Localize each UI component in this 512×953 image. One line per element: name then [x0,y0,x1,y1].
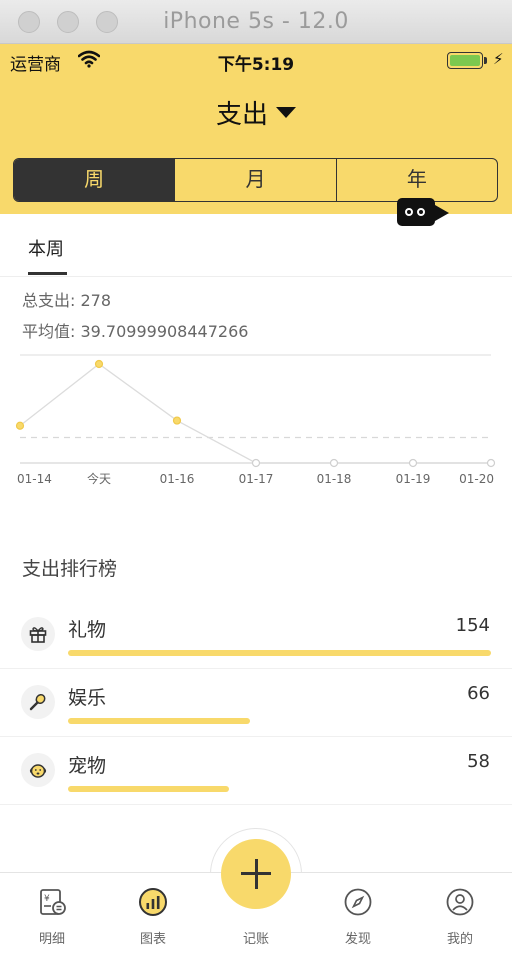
total-expense-label: 总支出: 278 [22,291,112,310]
window-title: iPhone 5s - 12.0 [163,9,349,34]
x-tick-label: 01-16 [160,472,195,486]
microphone-icon [21,685,55,719]
ranking-title: 支出排行榜 [22,558,118,580]
type-selector[interactable]: 支出 [0,94,512,131]
data-point [251,458,261,468]
x-tick-label: 01-20 [459,472,494,486]
ledger-icon: ¥ [40,889,66,915]
data-point [329,458,339,468]
ranking-item-value: 58 [467,751,490,772]
ranking-item-bar [68,650,491,656]
segment-year[interactable]: 年 [335,159,497,201]
dog-icon [21,753,55,787]
data-point [486,458,496,468]
expense-line-chart: 01-14 今天 01-16 01-17 01-18 01-19 01-20 [15,354,496,486]
dropdown-caret-icon [276,107,296,118]
nav-label: 图表 [139,932,166,947]
nav-label: 发现 [344,932,371,947]
ranking-item-bar [68,786,229,792]
ranking-item-name: 礼物 [68,619,107,641]
tab-this-week[interactable]: 本周 [28,235,64,261]
series-line [19,363,491,464]
add-record-button[interactable] [221,839,291,909]
nav-charts[interactable]: 图表 [113,873,193,953]
compass-icon [344,888,372,916]
nav-profile[interactable]: 我的 [420,873,500,953]
average-value-label: 平均值: 39.70999908447266 [22,322,249,341]
data-point [408,458,418,468]
ranking-item[interactable]: 宠物 58 [0,737,512,805]
nav-label: 明细 [38,932,65,947]
simulator-title-bar: iPhone 5s - 12.0 [0,0,512,44]
tab-underline [28,272,67,275]
ranking-item[interactable]: 礼物 154 [0,601,512,669]
nav-label: 我的 [446,932,473,947]
ranking-item[interactable]: 娱乐 66 [0,669,512,737]
segment-month[interactable]: 月 [174,159,335,201]
ranking-item-value: 154 [455,615,490,636]
ranking-item-name: 娱乐 [68,687,107,709]
battery-tip [484,57,487,64]
gift-icon [21,617,55,651]
x-tick-label: 今天 [87,471,111,486]
header-title: 支出 [215,100,268,130]
status-time: 下午5:19 [217,55,295,75]
ranking-item-bar [68,718,250,724]
data-point [94,359,104,369]
x-tick-label: 01-14 [17,472,52,486]
nav-label: 记账 [242,932,269,947]
svg-text:¥: ¥ [44,894,50,904]
nav-details[interactable]: ¥ 明细 [12,873,92,953]
ranking-item-value: 66 [467,683,490,704]
x-tick-label: 01-19 [396,472,431,486]
segment-week[interactable]: 周 [14,159,175,201]
x-tick-label: 01-17 [239,472,274,486]
week-tab-bar: 本周 [0,214,512,277]
ranking-item-name: 宠物 [68,755,107,777]
period-segmented-control: 周 月 年 [13,158,498,202]
battery-icon [447,52,483,69]
status-bar: 运营商 下午5:19 ⚡ [0,44,512,78]
chart-icon [139,888,167,916]
nav-discover[interactable]: 发现 [318,873,398,953]
data-point [15,421,25,430]
app-header: 运营商 下午5:19 ⚡ 支出 周 月 年 [0,44,512,214]
profile-icon [446,888,474,916]
charging-icon: ⚡ [493,50,504,68]
x-tick-label: 01-18 [317,472,352,486]
data-point [172,416,182,425]
